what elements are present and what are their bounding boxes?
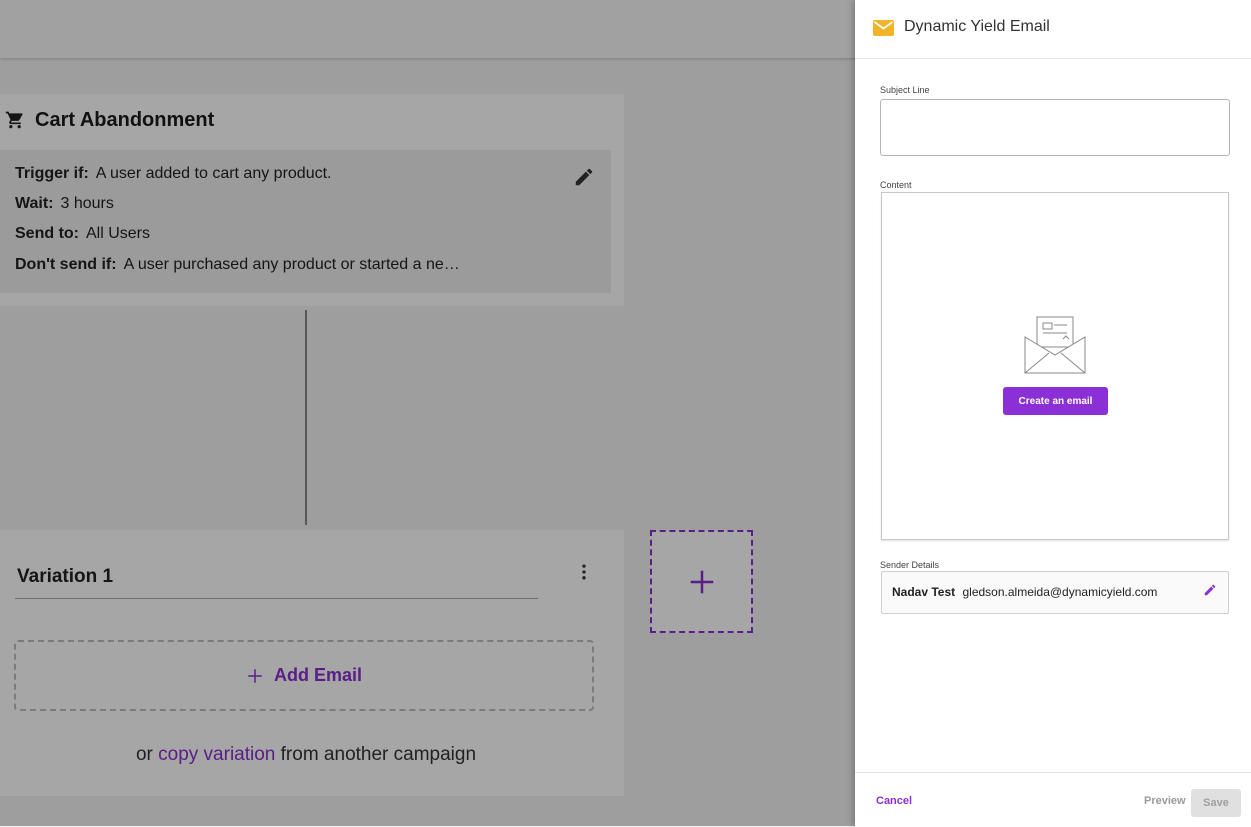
drawer-title: Dynamic Yield Email: [904, 18, 1050, 35]
email-icon: [873, 20, 894, 36]
sender-details-box: Nadav Test gledson.almeida@dynamicyield.…: [881, 571, 1229, 614]
drawer-header: Dynamic Yield Email: [855, 0, 1251, 59]
email-drawer: Dynamic Yield Email Subject Line Content…: [855, 0, 1251, 827]
cancel-button[interactable]: Cancel: [876, 795, 912, 807]
create-email-button[interactable]: Create an email: [1003, 387, 1108, 415]
drawer-footer: Cancel Preview Save: [855, 772, 1251, 827]
subject-line-label: Subject Line: [880, 85, 930, 95]
save-button[interactable]: Save: [1191, 789, 1241, 817]
subject-line-input[interactable]: [880, 99, 1230, 156]
content-label: Content: [880, 180, 912, 190]
content-box: Create an email: [881, 192, 1229, 540]
sender-details-text: Nadav Test gledson.almeida@dynamicyield.…: [892, 585, 1157, 599]
sender-name: Nadav Test: [892, 585, 956, 599]
edit-pencil-icon[interactable]: [1203, 583, 1217, 597]
envelope-illustration-icon: [1024, 316, 1086, 374]
preview-button[interactable]: Preview: [1144, 795, 1186, 807]
sender-email: gledson.almeida@dynamicyield.com: [962, 585, 1158, 599]
sender-details-label: Sender Details: [880, 560, 940, 570]
